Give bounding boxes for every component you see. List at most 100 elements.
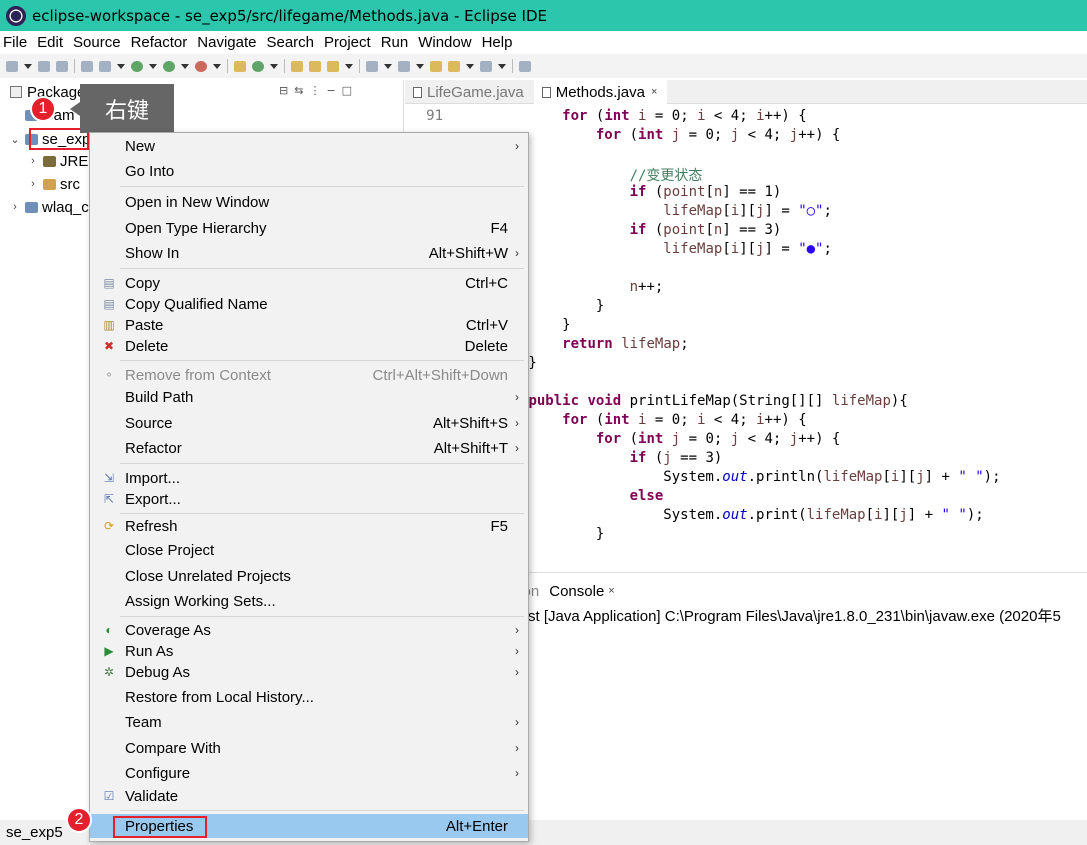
search-toolbar-icon[interactable] [327,60,339,72]
menu-item-assign-working-sets[interactable]: Assign Working Sets... [90,589,528,613]
external-tools-dropdown-icon[interactable] [213,63,221,69]
next-annotation-dropdown-icon[interactable] [384,63,392,69]
menu-edit[interactable]: Edit [37,34,63,51]
toolbar-separator [512,59,513,73]
debug-dropdown-icon[interactable] [117,63,125,69]
expand-toggle-icon[interactable]: › [8,201,22,213]
debug-icon: ✲ [103,665,115,679]
coverage-toolbar-icon[interactable] [163,60,175,72]
menu-item-show-in[interactable]: Show In Alt+Shift+W › [90,241,528,265]
submenu-arrow-icon: › [515,416,519,430]
menu-item-refresh[interactable]: ⟳ Refresh F5 [90,515,528,537]
open-type-icon[interactable] [291,60,303,72]
forward-dropdown-icon[interactable] [498,63,506,69]
menu-item-delete[interactable]: ✖ Delete Delete [90,335,528,357]
menu-help[interactable]: Help [482,34,513,51]
menu-item-label: Paste [125,316,164,334]
expand-toggle-icon[interactable]: › [26,178,40,190]
menu-item-coverage-as[interactable]: ◐ Coverage As › [90,619,528,641]
menu-item-source[interactable]: Source Alt+Shift+S › [90,411,528,435]
next-annotation-icon[interactable] [366,60,378,72]
close-tab-icon[interactable]: × [651,86,657,98]
minimize-icon[interactable]: − [326,84,335,97]
menu-item-shortcut: Alt+Enter [445,817,508,835]
skip-breakpoints-icon[interactable] [81,60,93,72]
menu-separator [120,463,524,464]
new-class-dropdown-icon[interactable] [270,63,278,69]
debug-toolbar-icon[interactable] [99,60,111,72]
editor-tab-label: LifeGame.java [427,83,524,101]
last-edit-location-icon[interactable] [430,60,442,72]
code-text: System.out.println(lifeMap[i][j] + " "); [461,469,1001,485]
close-tab-icon[interactable]: × [608,585,614,597]
prev-annotation-dropdown-icon[interactable] [416,63,424,69]
view-menu-icon[interactable]: ⋮ [309,84,320,97]
menu-item-copy-qualified-name[interactable]: ▤ Copy Qualified Name [90,293,528,315]
save-all-icon[interactable] [56,60,68,72]
menu-navigate[interactable]: Navigate [197,34,256,51]
run-dropdown-icon[interactable] [149,63,157,69]
validate-icon: ☑ [103,789,115,803]
menu-item-new[interactable]: New › [90,134,528,158]
menu-item-debug-as[interactable]: ✲ Debug As › [90,661,528,683]
prev-annotation-icon[interactable] [398,60,410,72]
collapse-all-icon[interactable]: ⊟ [279,84,288,97]
submenu-arrow-icon: › [515,623,519,637]
link-with-editor-icon[interactable]: ⇆ [294,84,303,97]
tree-item[interactable]: › wlaq_c [8,196,89,218]
search-dropdown-icon[interactable] [345,63,353,69]
back-icon[interactable] [448,60,460,72]
open-perspective-icon[interactable] [519,60,531,72]
menu-file[interactable]: File [3,34,27,51]
editor-tab[interactable]: LifeGame.java [405,80,534,104]
menu-item-label: Build Path [125,388,194,406]
new-java-project-icon[interactable] [234,60,246,72]
menu-item-open-in-new-window[interactable]: Open in New Window [90,190,528,214]
menu-item-label: Delete [125,337,169,355]
bottom-tab-console[interactable]: Console × [549,583,614,600]
coverage-dropdown-icon[interactable] [181,63,189,69]
library-icon [43,155,56,167]
menu-item-paste[interactable]: ▥ Paste Ctrl+V [90,314,528,336]
expand-toggle-icon[interactable]: ⌄ [8,133,22,146]
new-dropdown-icon[interactable] [24,63,32,69]
menu-item-restore-from-local-history[interactable]: Restore from Local History... [90,685,528,709]
menu-project[interactable]: Project [324,34,371,51]
menu-window[interactable]: Window [418,34,471,51]
menu-item-label: Run As [125,642,174,660]
open-task-icon[interactable] [309,60,321,72]
menu-item-close-project[interactable]: Close Project [90,538,528,562]
menu-item-build-path[interactable]: Build Path › [90,385,528,409]
menu-item-team[interactable]: Team › [90,710,528,734]
menu-item-compare-with[interactable]: Compare With › [90,736,528,760]
expand-toggle-icon[interactable]: › [26,155,40,167]
menu-item-validate[interactable]: ☑ Validate [90,785,528,807]
menu-item-run-as[interactable]: ▶ Run As › [90,640,528,662]
menu-separator [120,268,524,269]
menu-search[interactable]: Search [266,34,314,51]
menu-refactor[interactable]: Refactor [131,34,188,51]
menu-run[interactable]: Run [381,34,409,51]
menu-item-open-type-hierarchy[interactable]: Open Type Hierarchy F4 [90,216,528,240]
menu-item-configure[interactable]: Configure › [90,761,528,785]
external-tools-icon[interactable] [195,60,207,72]
menu-item-close-unrelated-projects[interactable]: Close Unrelated Projects [90,564,528,588]
back-dropdown-icon[interactable] [466,63,474,69]
menu-item-label: Assign Working Sets... [125,592,276,610]
save-icon[interactable] [38,60,50,72]
new-class-icon[interactable] [252,60,264,72]
maximize-icon[interactable]: □ [342,84,352,97]
menu-source[interactable]: Source [73,34,121,51]
menu-item-import[interactable]: ⇲ Import... [90,467,528,489]
menu-item-refactor[interactable]: Refactor Alt+Shift+T › [90,436,528,460]
new-icon[interactable] [6,60,18,72]
menu-item-go-into[interactable]: Go Into [90,159,528,183]
tree-item[interactable]: › JRE [26,150,88,172]
menu-item-label: Refactor [125,439,182,457]
menu-item-copy[interactable]: ▤ Copy Ctrl+C [90,272,528,294]
run-toolbar-icon[interactable] [131,60,143,72]
editor-tab[interactable]: Methods.java × [533,80,668,104]
tree-item[interactable]: › src [26,173,80,195]
forward-icon[interactable] [480,60,492,72]
menu-item-export[interactable]: ⇱ Export... [90,488,528,510]
